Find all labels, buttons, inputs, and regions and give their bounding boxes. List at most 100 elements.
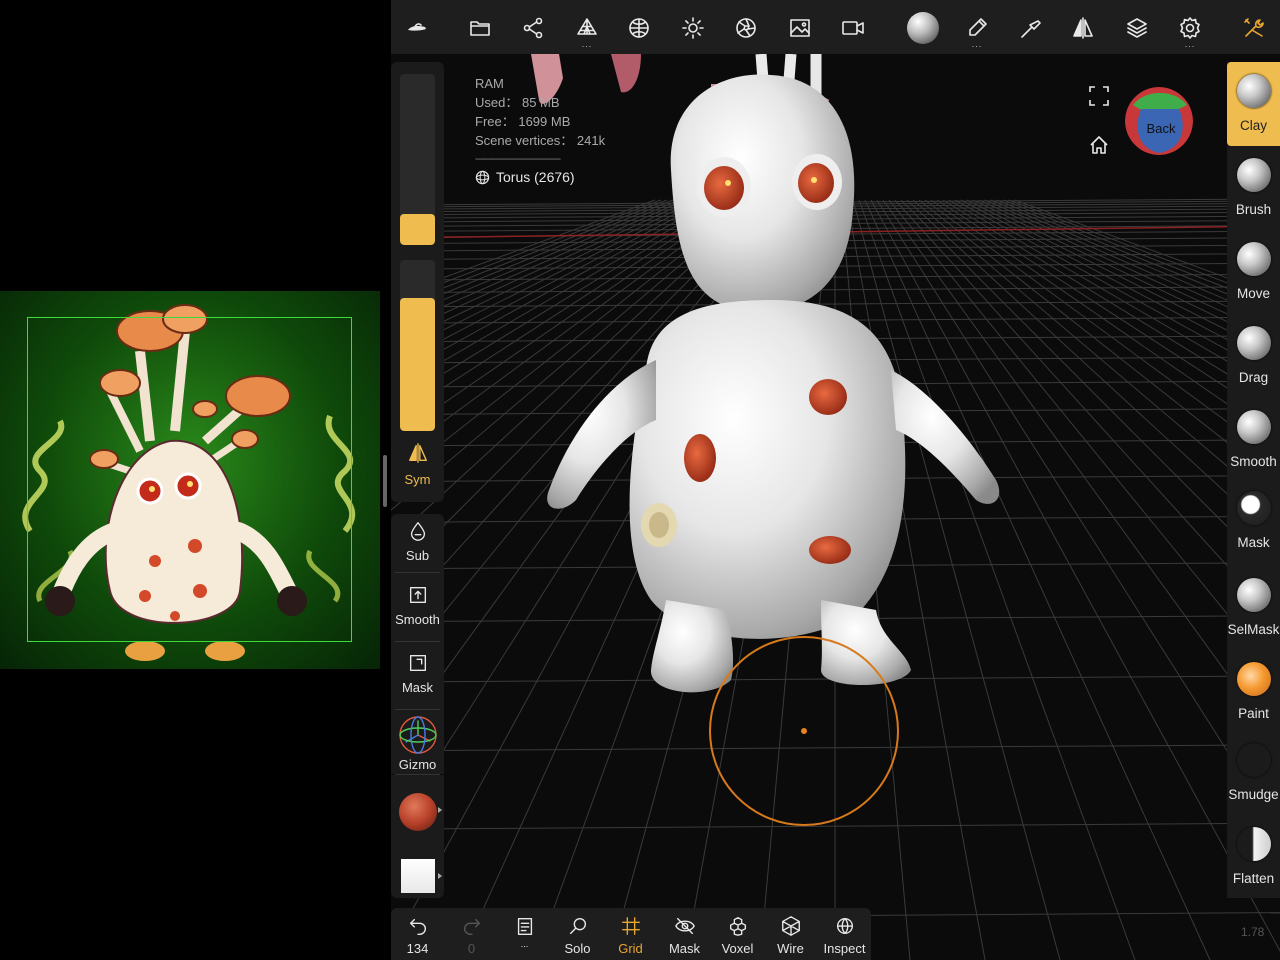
tool-selmask[interactable]: SelMask — [1227, 566, 1280, 650]
expand-arrow — [438, 873, 442, 879]
drop-icon — [410, 522, 425, 541]
inspect-button[interactable]: Inspect — [818, 908, 871, 960]
ram-label: RAM — [475, 76, 504, 91]
upload-square-icon — [409, 586, 426, 604]
solo-button[interactable]: Solo — [551, 908, 604, 960]
settings-dots: ... — [1184, 39, 1196, 49]
radius-slider[interactable] — [400, 74, 435, 245]
symmetry-button[interactable] — [1063, 8, 1103, 48]
video-camera-icon — [842, 21, 864, 35]
tool-label: Smooth — [1230, 454, 1277, 469]
tools-icon — [1244, 18, 1264, 37]
wire-button[interactable]: Wire — [764, 908, 817, 960]
tool-label: Move — [1236, 286, 1270, 301]
symmetry-icon — [408, 443, 427, 463]
voxel-button[interactable]: Voxel — [711, 908, 764, 960]
selected-object-row[interactable]: Torus (2676) — [475, 169, 575, 185]
files-button[interactable] — [460, 8, 500, 48]
right-tool-column: Clay Brush Move Drag Smooth Mask SelMask Paint S… — [1227, 62, 1280, 898]
sub-button[interactable]: Sub — [391, 514, 444, 574]
smooth-button[interactable]: Smooth — [391, 574, 444, 642]
tool-smudge[interactable]: Smudge — [1227, 731, 1280, 815]
symmetry-icon — [1073, 17, 1093, 39]
picker-button[interactable] — [1011, 8, 1051, 48]
brush-tool-icon — [1236, 158, 1271, 192]
mask-button[interactable]: Mask — [391, 642, 444, 710]
sym-toggle[interactable]: Sym — [391, 442, 444, 500]
record-button[interactable] — [833, 8, 873, 48]
expand-arrow — [438, 807, 442, 813]
history-button[interactable]: ... — [498, 908, 551, 960]
scene-button[interactable] — [513, 8, 553, 48]
tool-paint[interactable]: Paint — [1227, 650, 1280, 731]
topology-button[interactable]: ... — [567, 8, 607, 49]
app-root: RAM Used： 85 MB Free： 1699 MB Scene vert… — [0, 0, 1280, 960]
tool-flatten[interactable]: Flatten — [1227, 815, 1280, 905]
undo-count: 134 — [406, 941, 429, 956]
reference-image[interactable] — [0, 291, 380, 669]
intensity-slider[interactable] — [400, 260, 435, 431]
solo-label: Solo — [564, 941, 591, 956]
home-icon[interactable] — [1088, 134, 1110, 156]
tool-label: SelMask — [1227, 622, 1280, 637]
tool-smooth[interactable]: Smooth — [1227, 398, 1280, 479]
color-picker-button[interactable] — [391, 845, 444, 898]
brush-center-dot — [801, 728, 807, 734]
tool-drag[interactable]: Drag — [1227, 314, 1280, 398]
lighting-button[interactable] — [673, 8, 713, 48]
gizmo-label: Gizmo — [398, 757, 437, 772]
tool-mask[interactable]: Mask — [1227, 479, 1280, 566]
mask-square-icon — [409, 654, 426, 672]
folder-icon — [470, 21, 490, 36]
tool-clay[interactable]: Clay — [1227, 62, 1280, 146]
fullscreen-icon[interactable] — [1088, 85, 1110, 107]
tool-move[interactable]: Move — [1227, 230, 1280, 314]
topology-dots: ... — [581, 39, 593, 49]
bottom-toolbar: 134 0 ... Solo Grid Mask Voxel Wire Insp… — [391, 908, 871, 960]
torus-icon — [475, 170, 490, 184]
view-cube[interactable]: Back — [1125, 87, 1193, 155]
material-color-swatch — [398, 793, 437, 831]
undo-button[interactable]: 134 — [391, 908, 444, 960]
layers-button[interactable] — [1117, 8, 1157, 48]
sym-label: Sym — [404, 472, 431, 487]
camera-button[interactable] — [726, 8, 766, 48]
eye-off-icon — [674, 917, 695, 935]
tools-button[interactable] — [1234, 8, 1274, 48]
drag-tool-icon — [1236, 326, 1271, 360]
split-divider-handle[interactable] — [383, 455, 387, 507]
material-button[interactable] — [619, 8, 659, 48]
tool-label: Flatten — [1232, 871, 1275, 886]
ram-used: Used： 85 MB — [475, 95, 560, 110]
object-name: Torus (2676) — [496, 169, 575, 185]
ram-free: Free： 1699 MB — [475, 114, 571, 129]
matcap-button[interactable] — [903, 8, 943, 48]
mask-tool-icon — [1236, 491, 1271, 525]
settings-button[interactable]: ... — [1170, 8, 1210, 49]
picker-icon — [1021, 20, 1041, 38]
material-color-button[interactable] — [391, 775, 444, 845]
redo-button[interactable]: 0 — [445, 908, 498, 960]
mask-label: Mask — [401, 680, 434, 695]
search-icon — [569, 917, 586, 935]
gizmo-icon — [398, 716, 437, 754]
mask-visibility-button[interactable]: Mask — [658, 908, 711, 960]
separator — [395, 572, 440, 573]
material-sphere-icon — [629, 18, 649, 38]
tool-label: Clay — [1239, 118, 1267, 133]
logo-button[interactable] — [397, 8, 437, 48]
tool-brush[interactable]: Brush — [1227, 146, 1280, 230]
tool-label: Brush — [1235, 202, 1272, 217]
sub-label: Sub — [405, 548, 430, 563]
layers-icon — [1127, 18, 1147, 38]
gizmo-button[interactable]: Gizmo — [391, 710, 444, 774]
tool-label: Smudge — [1228, 787, 1279, 802]
camera-aperture-icon — [736, 18, 756, 38]
grid-button[interactable]: Grid — [604, 908, 657, 960]
stroke-button[interactable]: ... — [957, 8, 997, 49]
clay-tool-icon — [1236, 74, 1271, 108]
tool-label: Paint — [1238, 706, 1269, 721]
grid-icon — [621, 917, 640, 935]
voxel-icon — [729, 917, 746, 936]
background-button[interactable] — [780, 8, 820, 48]
